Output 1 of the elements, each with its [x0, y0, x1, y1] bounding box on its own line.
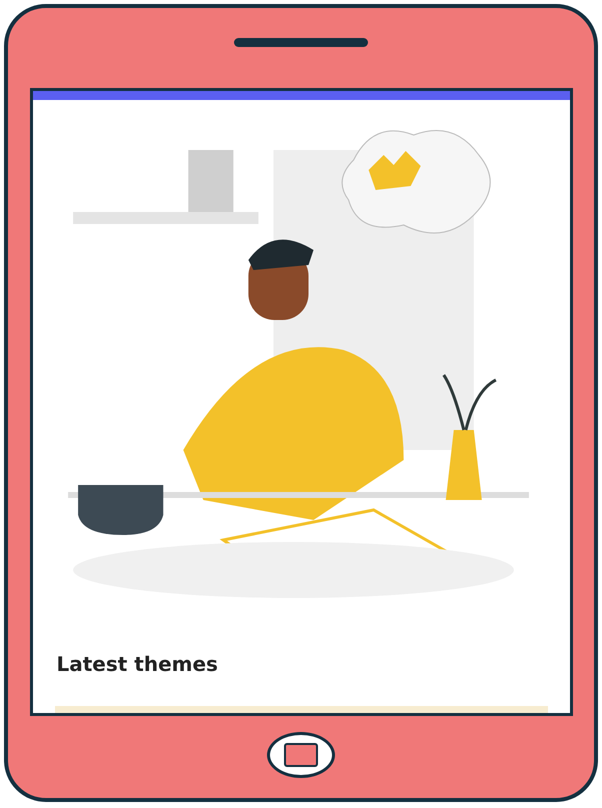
section-heading: Latest themes: [56, 652, 219, 676]
